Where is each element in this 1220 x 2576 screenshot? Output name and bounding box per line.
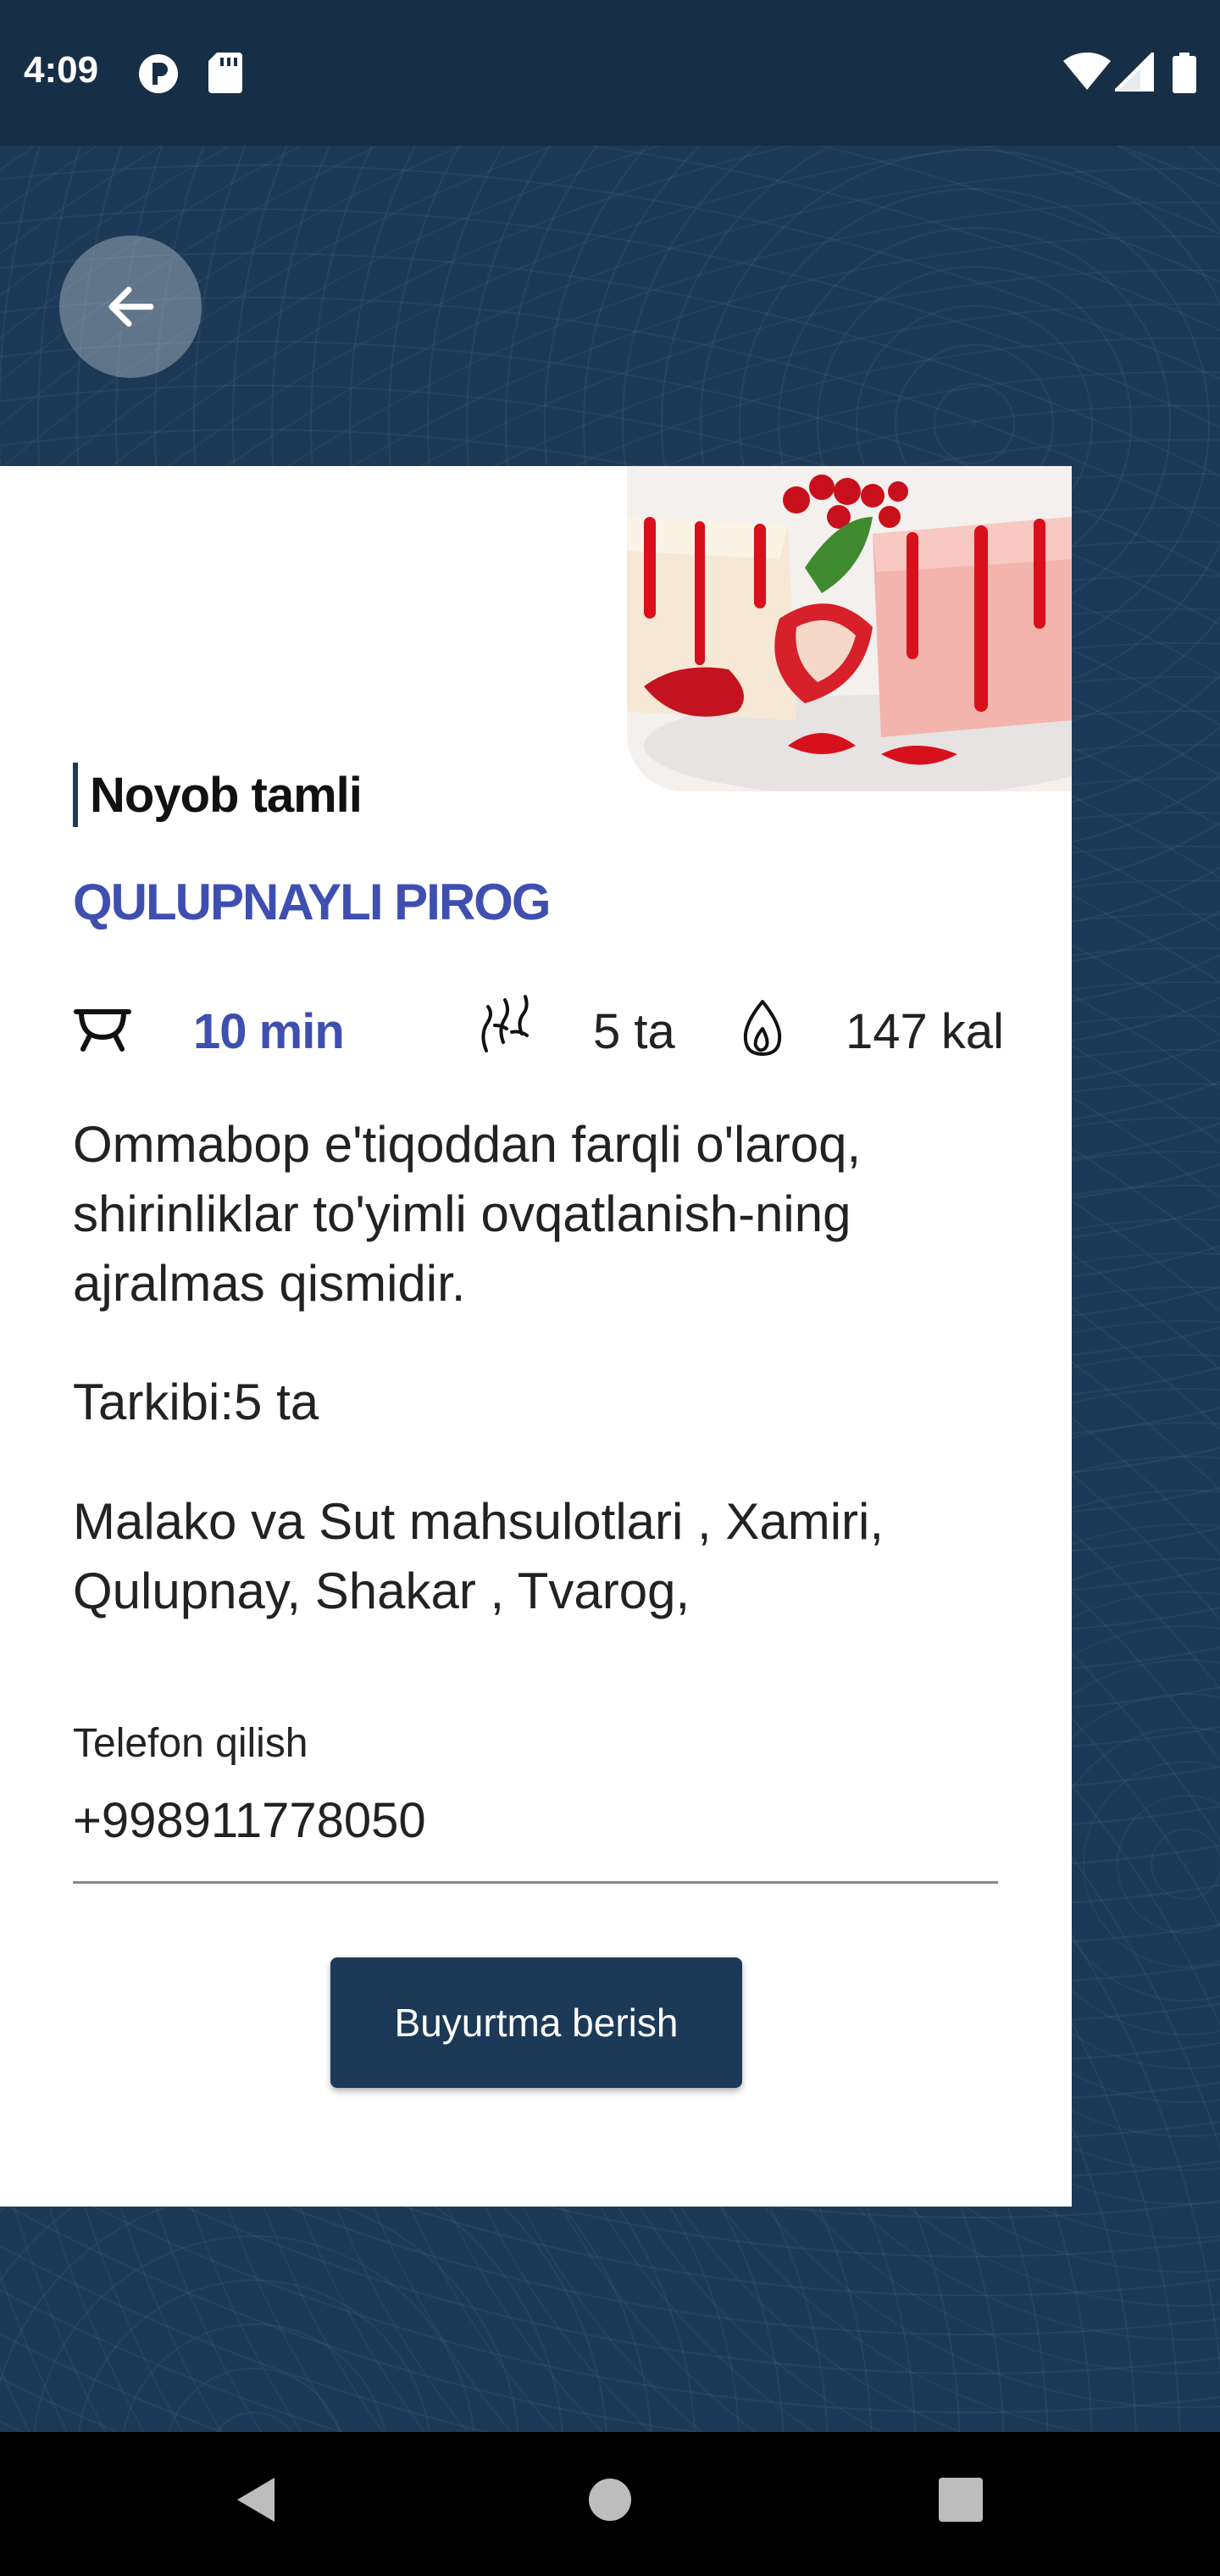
dessert-photo [627, 466, 1072, 791]
phone-input-underline [73, 1881, 998, 1884]
privacy-dot-icon [139, 54, 178, 93]
system-navigation-bar [0, 2432, 1220, 2576]
steam-icon [481, 995, 529, 1052]
nav-back-icon[interactable] [230, 2474, 281, 2525]
servings-count: 5 ta [593, 1004, 675, 1059]
recipe-card: Noyob tamli QULUPNAYLI PIROG 10 min 5 ta… [0, 466, 1072, 2207]
battery-icon [1173, 53, 1196, 93]
cook-time: 10 min [193, 1004, 345, 1059]
calories: 147 kal [846, 1004, 1005, 1059]
nav-home-icon[interactable] [586, 2474, 634, 2525]
status-time: 4:09 [24, 49, 99, 91]
tagline-accent-bar [73, 763, 78, 827]
recipe-stats: 10 min 5 ta 147 kal [73, 991, 1005, 1076]
ingredients-count: Tarkibi:5 ta [73, 1374, 319, 1430]
flame-icon [743, 1000, 782, 1056]
signal-icon [1115, 53, 1154, 92]
tagline: Noyob tamli [73, 763, 363, 827]
phone-field-label: Telefon qilish [73, 1721, 308, 1766]
tagline-text: Noyob tamli [90, 767, 363, 823]
back-button[interactable] [59, 236, 202, 378]
wifi-icon [1063, 53, 1111, 90]
arrow-left-icon [108, 286, 154, 327]
status-bar: 4:09 [0, 0, 1220, 146]
ingredients-list: Malako va Sut mahsulotlari , Xamiri, Qul… [73, 1493, 884, 1619]
phone-input[interactable] [73, 1786, 996, 1854]
order-button[interactable]: Buyurtma berish [330, 1957, 742, 2088]
nav-recents-icon[interactable] [937, 2474, 984, 2525]
recipe-description: Ommabop e'tiqoddan farqli o'laroq, shiri… [73, 1116, 862, 1312]
dish-title: QULUPNAYLI PIROG [73, 874, 552, 930]
cooking-pot-icon [74, 1009, 131, 1052]
sd-card-icon [208, 53, 242, 93]
